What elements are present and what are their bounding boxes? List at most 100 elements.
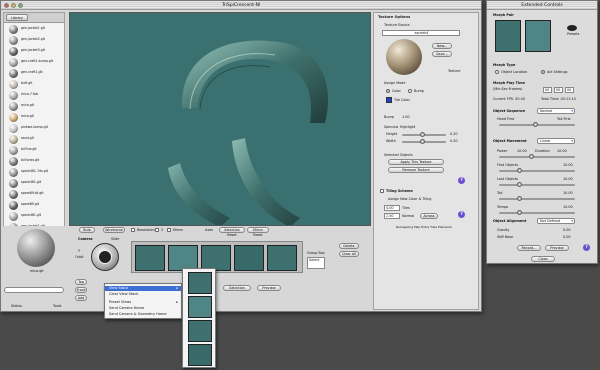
thumbnail-5[interactable] [267, 245, 297, 271]
act-settings-radio[interactable] [541, 70, 545, 74]
library-item[interactable]: bill'ine.glt [8, 145, 62, 156]
view-stack-thumb-1[interactable] [188, 272, 212, 294]
minimize-window-button[interactable] [11, 3, 16, 8]
first-objects-slider[interactable] [499, 168, 575, 173]
object-alignment-select[interactable]: Not Defined [537, 218, 575, 224]
time-minutes[interactable]: 00 [543, 87, 552, 93]
library-item[interactable]: mica.glt [8, 112, 62, 123]
morph-source-thumb[interactable] [495, 20, 521, 52]
library-item[interactable]: bill'ones.glt [8, 156, 62, 167]
apply-texture-button[interactable]: Apply This Texture [388, 159, 444, 165]
object-sequence-select[interactable]: Normal [537, 108, 575, 114]
preview-button[interactable]: Preview [257, 285, 281, 291]
library-search-input[interactable] [4, 287, 64, 293]
morph-time-label: Morph Play Time [493, 81, 525, 85]
thumbnail-1[interactable] [135, 245, 165, 271]
presets-eye-icon[interactable] [567, 25, 577, 31]
view-stack-thumb-2[interactable] [188, 296, 212, 318]
library-item[interactable]: gen-craft1-bump.glt [8, 57, 62, 68]
across-button[interactable]: Across [420, 213, 438, 219]
zoom-window-button[interactable] [18, 3, 23, 8]
mirror-reset-button[interactable]: Mirror Reset [247, 227, 269, 237]
library-item[interactable]: pinkwe-bump.glt [8, 123, 62, 134]
library-item[interactable]: gen-jacket3.glt [8, 46, 62, 57]
library-item[interactable]: sand.glt [8, 134, 62, 145]
delete-button[interactable]: Delete [339, 243, 359, 249]
axes-label: Axes [205, 228, 214, 232]
wireframe-button[interactable]: Wireframe [103, 227, 125, 233]
tempo-slider[interactable] [499, 210, 575, 215]
main-titlebar[interactable]: TriSpiCrescent-NI [1, 1, 481, 10]
sequence-slider[interactable] [499, 122, 575, 127]
morph-target-thumb[interactable] [525, 20, 551, 52]
camera-front-button[interactable]: Front [75, 287, 87, 293]
two-checkbox[interactable] [155, 228, 159, 232]
tile-color-swatch[interactable] [386, 97, 392, 103]
save-texture-button[interactable]: Save... [432, 51, 452, 57]
library-item[interactable]: buff.glt [8, 79, 62, 90]
library-dropdown[interactable]: Library [6, 14, 28, 21]
tiling-scheme-checkbox[interactable] [380, 189, 384, 193]
resolution-checkbox[interactable] [131, 228, 135, 232]
new-texture-button[interactable]: New... [432, 43, 452, 49]
stiff-base-label: Stiff Base [497, 235, 514, 239]
library-item[interactable]: spare461-7ds.glt [8, 167, 62, 178]
view-stack-thumb-4[interactable] [188, 344, 212, 366]
selection-reset-button[interactable]: Selection Reset [219, 227, 245, 237]
add-button[interactable]: Add [75, 295, 87, 301]
total-time: Total Time: 00:11:10 [541, 97, 576, 101]
tiling-value-2[interactable]: 2.50 [384, 213, 400, 219]
material-swatch-icon [9, 80, 18, 89]
ext-help-icon[interactable]: ? [583, 244, 590, 251]
thumbnail-4[interactable] [234, 245, 264, 271]
remove-texture-button[interactable]: Remove Texture [388, 167, 444, 173]
object-movement-select[interactable]: Linear [537, 138, 575, 144]
library-item[interactable]: spare461.glt [8, 211, 62, 222]
tiling-help-icon[interactable]: ? [458, 211, 465, 218]
ext-preview-button[interactable]: Preview [545, 245, 569, 251]
menu-item-preset-views[interactable]: Preset Views ▸ [105, 300, 181, 305]
library-item[interactable]: spare461.glt [8, 178, 62, 189]
spiral-model[interactable] [168, 40, 329, 226]
menu-item-clear-view-stack[interactable]: Clear View Stack [105, 292, 181, 297]
help-icon[interactable]: ? [458, 177, 465, 184]
clear-all-button[interactable]: Clear All [339, 251, 359, 257]
library-item[interactable]: mica-7.fab [8, 90, 62, 101]
menu-item-send-camera-home[interactable]: Send Camera Home [105, 306, 181, 311]
object-location-radio[interactable] [495, 70, 499, 74]
specular-height-slider[interactable] [402, 132, 446, 137]
extended-titlebar[interactable]: Extended Controls [487, 1, 597, 10]
menu-item-view-stack[interactable]: View Stack ▸ [105, 286, 181, 291]
library-item[interactable]: gen-jacket2.glt [8, 35, 62, 46]
power-slider[interactable] [499, 154, 575, 159]
library-item[interactable]: gen-craft1.glt [8, 68, 62, 79]
3d-viewport[interactable] [69, 12, 371, 226]
time-frames[interactable]: 00 [565, 87, 574, 93]
camera-top-button[interactable]: Top [75, 279, 87, 285]
assign-color-radio[interactable] [386, 89, 390, 93]
group-box-field[interactable]: Select [307, 257, 325, 269]
selection-button[interactable]: Selection [223, 285, 251, 291]
time-seconds[interactable]: 00 [554, 87, 563, 93]
library-item[interactable]: mica.glt [8, 101, 62, 112]
bulb-button[interactable]: Bulb [79, 227, 95, 233]
extended-controls-window: Extended Controls Morph Pair Presets Mor… [486, 0, 598, 264]
menu-item-send-camera-geometry-home[interactable]: Send Camera & Geometry Home [105, 312, 181, 317]
tail-slider[interactable] [499, 196, 575, 201]
library-item[interactable]: gen-jacket1.glt [8, 24, 62, 35]
texture-name-field[interactable]: sandrk4 [382, 30, 460, 36]
assign-bump-radio[interactable] [408, 89, 412, 93]
library-item[interactable]: spare89-bt.glt [8, 189, 62, 200]
last-objects-slider[interactable] [499, 182, 575, 187]
mirror-checkbox[interactable] [167, 228, 171, 232]
extended-title: Extended Controls [521, 3, 563, 8]
tiling-value-1[interactable]: 4.00 [384, 205, 400, 211]
view-stack-thumb-3[interactable] [188, 320, 212, 342]
record-button[interactable]: Record... [517, 245, 541, 251]
camera-dial-icon[interactable] [98, 250, 112, 264]
close-window-button[interactable] [4, 3, 9, 8]
specular-width-slider[interactable] [402, 139, 446, 144]
library-item[interactable]: spare89.glt [8, 200, 62, 211]
ext-close-button[interactable]: Close [531, 256, 555, 262]
library-item[interactable]: gen-jacket1.glt [8, 222, 62, 226]
